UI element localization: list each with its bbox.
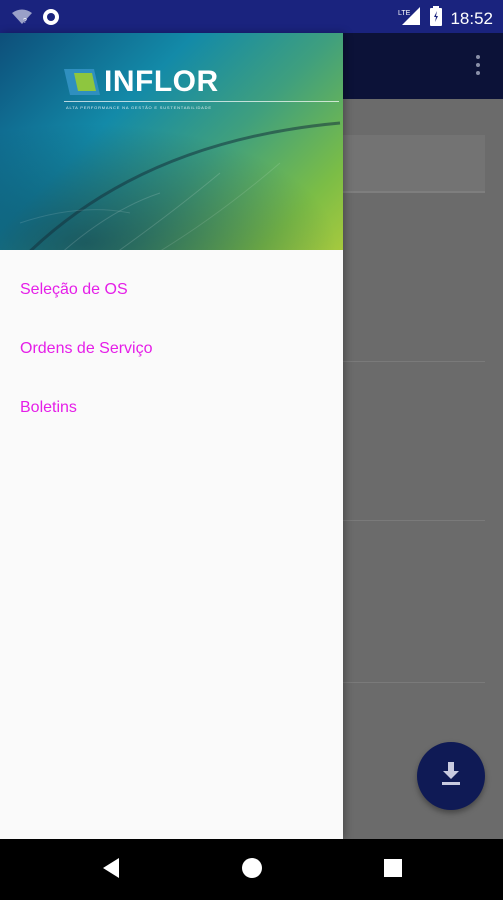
overflow-menu-icon[interactable] — [475, 55, 481, 79]
wifi-icon: ? — [12, 9, 32, 30]
signal-icon: LTE — [398, 7, 422, 30]
logo-tagline: ALTA PERFORMANCE NA GESTÃO E SUSTENTABIL… — [66, 105, 212, 110]
logo-divider — [64, 101, 339, 102]
drawer-header: INFLOR ALTA PERFORMANCE NA GESTÃO E SUST… — [0, 33, 343, 250]
divider — [343, 682, 485, 683]
back-icon — [101, 857, 121, 884]
svg-text:LTE: LTE — [398, 10, 411, 17]
menu-item-label: Boletins — [20, 398, 77, 416]
system-navigation-bar — [0, 839, 503, 900]
menu-item-boletins[interactable]: Boletins — [0, 378, 343, 437]
drawer-menu: Seleção de OS Ordens de Serviço Boletins — [0, 260, 343, 437]
inflor-logo: INFLOR ALTA PERFORMANCE NA GESTÃO E SUST… — [64, 65, 339, 127]
download-fab[interactable] — [417, 742, 485, 810]
menu-item-label: Ordens de Serviço — [20, 339, 153, 357]
download-icon — [440, 761, 462, 791]
menu-item-selecao-de-os[interactable]: Seleção de OS — [0, 260, 343, 319]
menu-item-ordens-de-servico[interactable]: Ordens de Serviço — [0, 319, 343, 378]
status-left: ? — [12, 8, 60, 31]
logo-text: INFLOR — [104, 65, 219, 98]
svg-text:?: ? — [23, 18, 27, 25]
home-button[interactable] — [239, 857, 265, 883]
divider — [343, 361, 485, 362]
logo-mark-icon — [64, 69, 100, 95]
divider — [343, 520, 485, 521]
navigation-drawer: INFLOR ALTA PERFORMANCE NA GESTÃO E SUST… — [0, 33, 343, 839]
menu-item-label: Seleção de OS — [20, 280, 128, 298]
status-right: LTE 18:52 — [398, 6, 493, 31]
status-clock: 18:52 — [450, 8, 493, 28]
back-button[interactable] — [98, 857, 124, 883]
recents-button[interactable] — [380, 857, 406, 883]
sync-icon — [42, 8, 60, 31]
background-card — [330, 135, 485, 193]
recents-icon — [383, 858, 403, 883]
status-bar: ? LTE 18:52 — [0, 0, 503, 33]
battery-icon — [430, 6, 443, 31]
home-icon — [241, 857, 263, 884]
